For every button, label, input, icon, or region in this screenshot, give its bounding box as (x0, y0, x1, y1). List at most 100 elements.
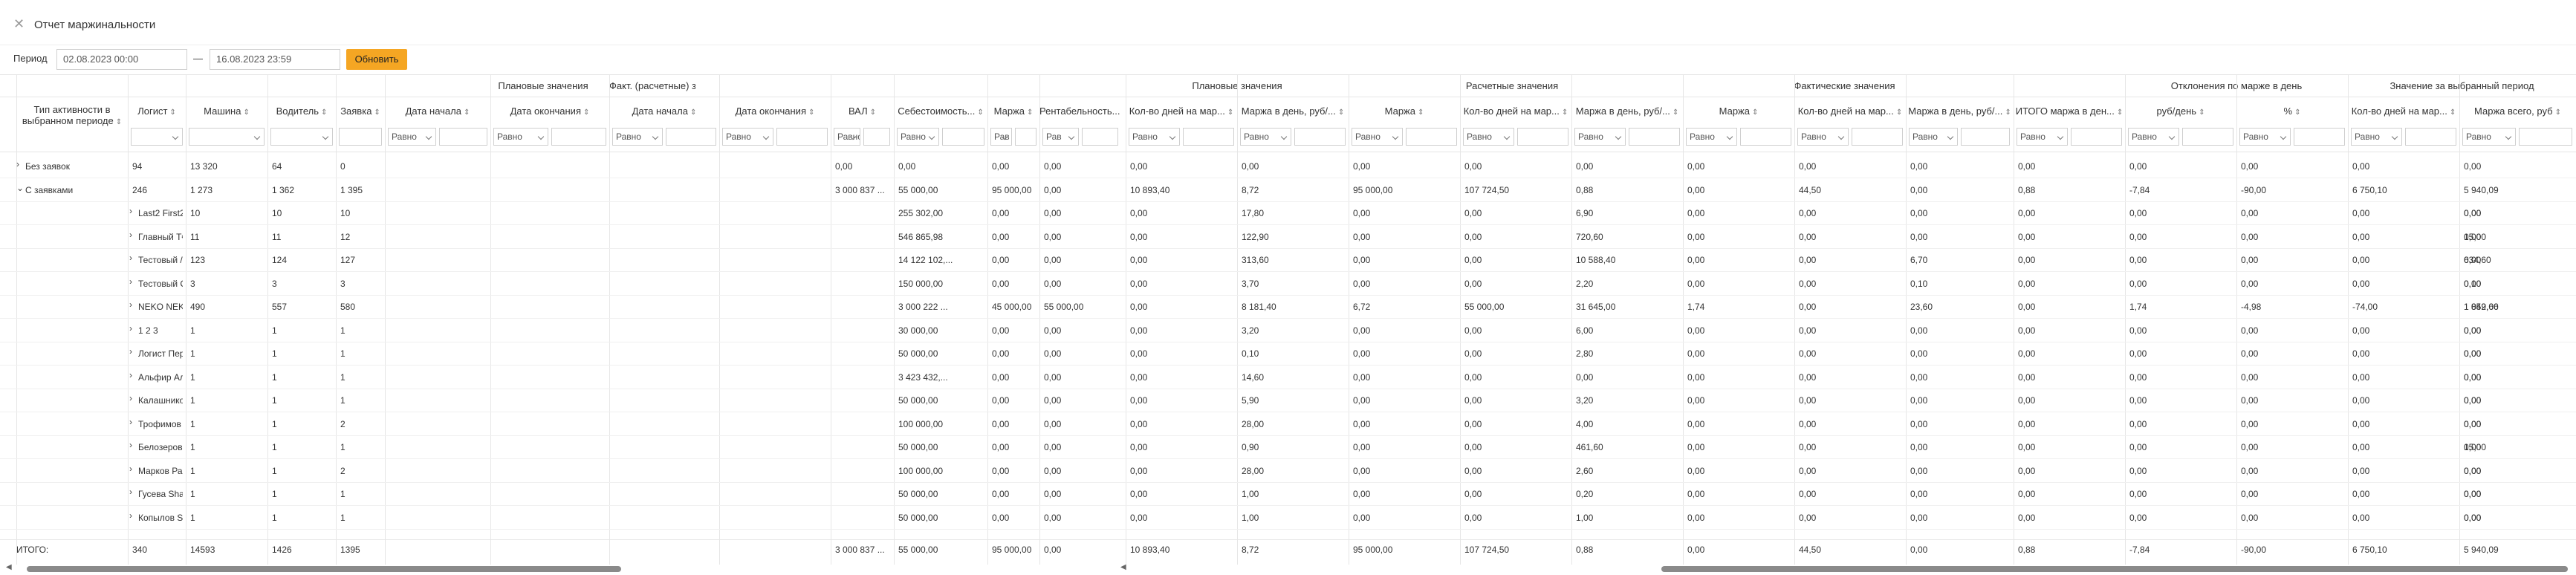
column-filter-select[interactable] (189, 128, 265, 146)
row-name[interactable]: Тестовый С (138, 278, 183, 290)
sort-icon[interactable]: ⇕ (1338, 108, 1344, 117)
row-name[interactable]: Альфир Ал (138, 371, 183, 383)
sort-icon[interactable]: ⇕ (2199, 108, 2204, 117)
sort-icon[interactable]: ⇕ (977, 108, 983, 117)
filter-value-input[interactable] (551, 128, 606, 146)
sort-icon[interactable]: ⇕ (808, 108, 814, 117)
column-header[interactable]: Машина ⇕ (186, 105, 267, 119)
sort-icon[interactable]: ⇕ (169, 108, 175, 117)
filter-operator-select[interactable]: Рав (1042, 128, 1079, 146)
expand-icon[interactable]: › (129, 510, 132, 521)
sort-icon[interactable]: ⇕ (2117, 108, 2123, 117)
filter-operator-select[interactable]: Равно (612, 128, 663, 146)
column-header[interactable]: Тип активности в выбранном периоде ⇕ (16, 104, 128, 128)
scroll-left-arrow-icon[interactable]: ◀ (6, 562, 12, 574)
filter-operator-select[interactable]: Равно (2128, 128, 2179, 146)
filter-operator-select[interactable]: Равно (1240, 128, 1291, 146)
filter-operator-select[interactable]: Равно (1686, 128, 1737, 146)
sort-icon[interactable]: ⇕ (1562, 108, 1568, 117)
column-header[interactable]: Маржа в день, руб/... ⇕ (1237, 105, 1349, 119)
row-name[interactable]: С заявками (25, 184, 129, 196)
sort-icon[interactable]: ⇕ (464, 108, 470, 117)
filter-value-input[interactable] (863, 128, 890, 146)
column-header[interactable]: руб/день ⇕ (2125, 105, 2236, 119)
column-filter-input[interactable] (339, 128, 382, 146)
filter-operator-select[interactable]: Равно (2351, 128, 2402, 146)
filter-operator-select[interactable]: Рав (990, 128, 1012, 146)
collapse-icon[interactable]: ⌄ (16, 183, 24, 193)
filter-value-input[interactable] (2405, 128, 2456, 146)
column-header[interactable]: Кол-во дней на мар... ⇕ (2348, 105, 2459, 119)
expand-icon[interactable]: › (129, 464, 132, 474)
column-header[interactable]: Дата окончания ⇕ (719, 105, 831, 119)
sort-icon[interactable]: ⇕ (1896, 108, 1902, 117)
sort-icon[interactable]: ⇕ (116, 118, 122, 126)
sort-icon[interactable]: ⇕ (243, 108, 249, 117)
sort-icon[interactable]: ⇕ (1418, 108, 1424, 117)
filter-operator-select[interactable]: Равно (1909, 128, 1958, 146)
filter-value-input[interactable] (942, 128, 984, 146)
expand-icon[interactable]: › (129, 346, 132, 357)
expand-icon[interactable]: › (129, 370, 132, 380)
row-name[interactable]: Логист Пер (138, 348, 183, 360)
column-header[interactable]: Кол-во дней на мар... ⇕ (1794, 105, 1906, 119)
column-header[interactable]: Кол-во дней на мар... ⇕ (1460, 105, 1571, 119)
filter-operator-select[interactable]: Равно (2239, 128, 2291, 146)
expand-icon[interactable]: › (129, 276, 132, 287)
column-filter-select[interactable] (270, 128, 333, 146)
filter-operator-select[interactable]: Равно (2462, 128, 2516, 146)
filter-value-input[interactable] (1015, 128, 1036, 146)
refresh-button[interactable]: Обновить (346, 49, 407, 70)
filter-value-input[interactable] (2182, 128, 2233, 146)
row-name[interactable]: 1 2 3 (138, 325, 183, 337)
expand-icon[interactable]: › (129, 440, 132, 450)
column-header[interactable]: Заявка ⇕ (336, 105, 385, 119)
expand-icon[interactable]: › (129, 323, 132, 334)
column-header[interactable]: Логист ⇕ (128, 105, 186, 119)
column-header[interactable]: Маржа в день, руб/... ⇕ (1906, 105, 2014, 119)
filter-operator-select[interactable]: Равно (2017, 128, 2068, 146)
column-filter-select[interactable] (131, 128, 183, 146)
column-header[interactable]: Себестоимость... ⇕ (894, 105, 987, 119)
scroll-right-arrow-icon[interactable]: ◀ (1120, 562, 1126, 574)
column-header[interactable]: Дата начала ⇕ (385, 105, 490, 119)
row-name[interactable]: Без заявок (25, 160, 129, 172)
filter-value-input[interactable] (1183, 128, 1234, 146)
column-header[interactable]: ВАЛ ⇕ (831, 105, 894, 119)
sort-icon[interactable]: ⇕ (1027, 108, 1033, 117)
row-name[interactable]: Трофимов (138, 418, 183, 430)
row-name[interactable]: Копылов S: (138, 512, 183, 524)
expand-icon[interactable]: › (129, 253, 132, 263)
row-name[interactable]: Тестовый / (138, 254, 183, 266)
column-header[interactable]: Маржа ⇕ (1349, 105, 1460, 119)
close-icon[interactable]: ✕ (13, 18, 25, 30)
column-header[interactable]: % ⇕ (2236, 105, 2348, 119)
row-name[interactable]: Гусева Shar (138, 488, 183, 500)
column-header[interactable]: Маржа в день, руб/... ⇕ (1571, 105, 1683, 119)
filter-operator-select[interactable]: Равно (1129, 128, 1180, 146)
column-header[interactable]: Рентабельность...⇕ (1039, 105, 1121, 119)
column-header[interactable]: Кол-во дней на мар... ⇕ (1126, 105, 1237, 119)
filter-value-input[interactable] (439, 128, 487, 146)
expand-icon[interactable]: › (129, 393, 132, 403)
sort-icon[interactable]: ⇕ (374, 108, 380, 117)
filter-value-input[interactable] (2071, 128, 2122, 146)
period-from-input[interactable]: 02.08.2023 00:00 (56, 49, 187, 70)
expand-icon[interactable]: › (129, 299, 132, 310)
filter-value-input[interactable] (2294, 128, 2345, 146)
sort-icon[interactable]: ⇕ (583, 108, 589, 117)
filter-value-input[interactable] (666, 128, 716, 146)
horizontal-scrollbar-right[interactable] (1661, 566, 2568, 572)
filter-value-input[interactable] (1961, 128, 2010, 146)
filter-operator-select[interactable]: Равно (897, 128, 939, 146)
filter-value-input[interactable] (1294, 128, 1346, 146)
filter-value-input[interactable] (1406, 128, 1457, 146)
sort-icon[interactable]: ⇕ (1227, 108, 1233, 117)
column-header[interactable]: ИТОГО маржа в ден... ⇕ (2014, 105, 2125, 119)
filter-operator-select[interactable]: Равно (493, 128, 548, 146)
period-to-input[interactable]: 16.08.2023 23:59 (210, 49, 340, 70)
row-name[interactable]: NEKO NEKC (138, 301, 183, 313)
column-header[interactable]: Дата окончания ⇕ (490, 105, 609, 119)
sort-icon[interactable]: ⇕ (1673, 108, 1678, 117)
sort-icon[interactable]: ⇕ (321, 108, 327, 117)
